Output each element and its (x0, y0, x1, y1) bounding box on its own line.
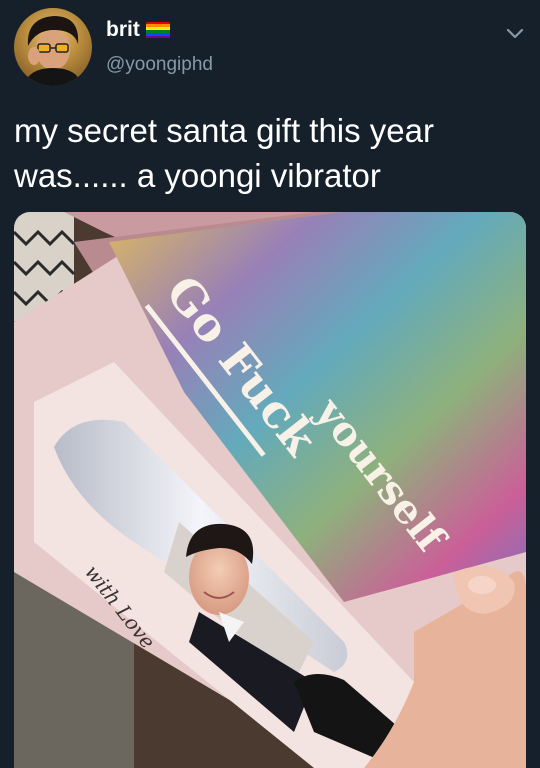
tweet-text-line: was...... a yoongi vibrator (14, 157, 381, 194)
chevron-down-icon[interactable] (504, 22, 526, 44)
avatar[interactable] (14, 8, 92, 86)
rainbow-flag-icon (145, 21, 170, 39)
flag-stripe (145, 35, 170, 39)
author-name-text[interactable]: brit (106, 18, 140, 42)
tweet: brit @yoongiphd my secret santa gift thi… (0, 0, 540, 768)
author-display-name[interactable]: brit (106, 18, 170, 42)
tweet-photo[interactable]: Go Fuck yourself with Love (14, 212, 526, 768)
tweet-text-line: my secret santa gift this year (14, 112, 434, 149)
tweet-text: my secret santa gift this year was......… (14, 108, 526, 198)
author-handle[interactable]: @yoongiphd (106, 54, 213, 76)
